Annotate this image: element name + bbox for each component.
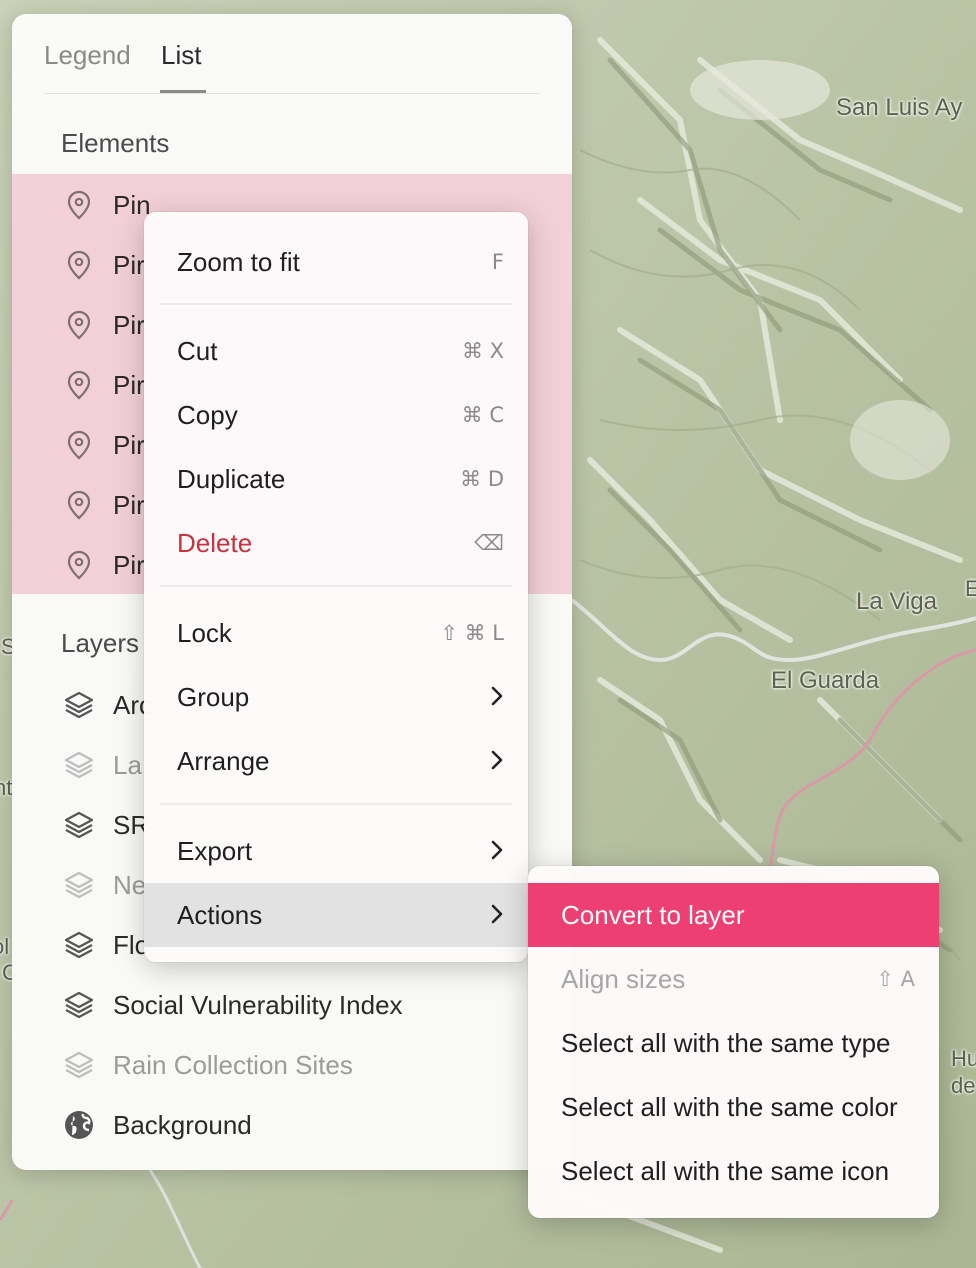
layer-row[interactable]: SR [62,795,149,855]
menu-item-group[interactable]: Group [144,665,528,729]
menu-item-copy[interactable]: Copy ⌘ C [144,383,528,447]
element-row[interactable]: Pir [62,475,145,535]
layers-icon [62,688,96,722]
submenu-item-convert-to-layer[interactable]: Convert to layer [528,883,939,947]
map-pin-icon [62,308,96,342]
layer-row[interactable]: Arc [62,675,152,735]
menu-item-export[interactable]: Export [144,819,528,883]
chevron-right-icon [490,839,504,866]
map-label-e: E [965,576,976,601]
chevron-right-icon [490,685,504,712]
element-label: Pir [113,429,145,460]
chevron-right-icon [490,903,504,930]
element-label: Pin [113,189,151,220]
layers-icon [62,868,96,902]
shortcut-label: ⌘ X [461,339,504,363]
shortcut-label: ⇧ ⌘ L [440,621,504,645]
layers-icon [62,928,96,962]
submenu-item-select-same-type[interactable]: Select all with the same type [528,1011,939,1075]
submenu-item-select-same-icon[interactable]: Select all with the same icon [528,1139,939,1203]
layers-icon [62,1048,96,1082]
layer-row[interactable]: Flo [62,915,149,975]
layers-icon [62,988,96,1022]
layers-icon [62,748,96,782]
elements-header: Elements [61,128,170,158]
map-label-ol: ol [0,934,10,959]
submenu-item-select-same-color[interactable]: Select all with the same color [528,1075,939,1139]
map-label-la-viga: La Viga [856,588,937,615]
menu-item-zoom-to-fit[interactable]: Zoom to fit F [144,230,528,294]
map-pin-icon [62,548,96,582]
context-menu: Zoom to fit F Cut ⌘ X Copy ⌘ C Duplicate… [144,212,528,962]
submenu-item-align-sizes: Align sizes ⇧ A [561,963,915,994]
element-label: Pir [113,369,145,400]
menu-item-arrange[interactable]: Arrange [144,729,528,793]
globe-icon [62,1108,96,1142]
element-label: Pir [113,309,145,340]
layer-label: Background [113,1109,252,1140]
element-row[interactable]: Pir [62,535,145,595]
map-label-san-luis: San Luis Ay [836,94,963,121]
map-pin-icon [62,368,96,402]
backspace-shortcut: ⌫ [474,531,504,555]
tab-list-underline [160,90,206,93]
map-label-el-guarda: El Guarda [771,667,880,694]
element-row[interactable]: Pin [62,175,151,235]
actions-submenu: Convert to layer Align sizes ⇧ A Select … [528,866,939,1218]
layers-header: Layers [61,628,140,658]
map-label-nt: nt [0,775,13,800]
shortcut-label: ⇧ A [876,967,915,991]
layer-row[interactable]: La [62,735,142,795]
panel-tabs: Legend List [44,14,540,94]
element-label: Pir [113,489,145,520]
layers-icon [62,808,96,842]
menu-item-delete[interactable]: Delete ⌫ [144,511,528,575]
map-pin-icon [62,248,96,282]
menu-divider [160,803,512,805]
menu-divider [160,303,512,305]
menu-divider [160,585,512,587]
element-row[interactable]: Pir [62,235,145,295]
layer-label: Ne [113,869,147,900]
shortcut-label: F [491,250,504,274]
element-row[interactable]: Pir [62,355,145,415]
shortcut-label: ⌘ D [460,467,504,491]
layer-label: La [113,749,142,780]
layer-row[interactable]: Rain Collection Sites [62,1035,353,1095]
tab-list[interactable]: List [161,40,201,71]
map-pin-icon [62,428,96,462]
element-row[interactable]: Pir [62,295,145,355]
layer-label: Social Vulnerability Index [113,989,403,1020]
tab-legend[interactable]: Legend [44,40,131,71]
map-pin-icon [62,188,96,222]
element-label: Pir [113,549,145,580]
element-label: Pir [113,249,145,280]
map-pin-icon [62,488,96,522]
layer-row[interactable]: Ne [62,855,146,915]
map-label-de: de [951,1073,976,1098]
element-row[interactable]: Pir [62,415,145,475]
chevron-right-icon [490,749,504,776]
layer-row[interactable]: Social Vulnerability Index [62,975,403,1035]
layer-row-background[interactable]: Background [62,1095,252,1155]
menu-item-lock[interactable]: Lock ⇧ ⌘ L [144,601,528,665]
shortcut-label: ⌘ C [461,403,504,427]
menu-item-actions[interactable]: Actions [144,883,528,947]
menu-item-duplicate[interactable]: Duplicate ⌘ D [144,447,528,511]
layer-label: Rain Collection Sites [113,1049,353,1080]
map-label-hu: Hu [951,1046,976,1071]
menu-item-cut[interactable]: Cut ⌘ X [144,319,528,383]
